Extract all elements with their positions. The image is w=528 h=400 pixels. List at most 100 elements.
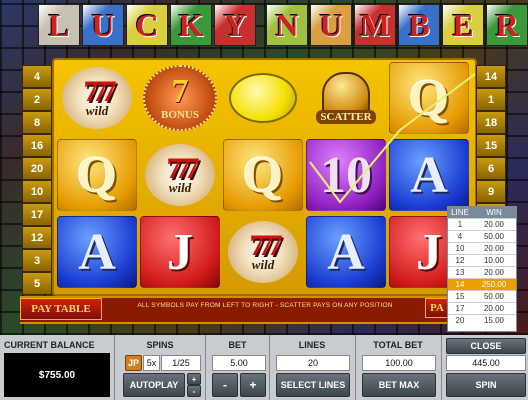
autoplay-button[interactable]: AUTOPLAY <box>123 373 185 397</box>
bet-decrease-button[interactable]: - <box>212 373 238 397</box>
win-table-row: 4 50.00 <box>448 230 516 242</box>
payline-number[interactable]: 9 <box>476 180 506 203</box>
symbol-wild: 777 wild <box>57 62 137 134</box>
bonus-seven: 7 <box>171 73 189 110</box>
payline-indicator <box>309 73 476 204</box>
payline-number[interactable]: 17 <box>22 203 52 226</box>
balance-section: CURRENT BALANCE $755.00 <box>0 335 113 400</box>
win-table-row: 15 50.00 <box>448 290 516 302</box>
select-lines-button[interactable]: SELECT LINES <box>276 373 350 397</box>
symbol-letter: J <box>416 223 442 281</box>
payline-number[interactable]: 14 <box>476 65 506 88</box>
win-table-row: 14 250.00 <box>448 278 516 290</box>
wild-label: wild <box>168 180 192 195</box>
total-bet-label: TOTAL BET <box>373 340 423 350</box>
symbol-letter: A <box>327 223 365 281</box>
symbol-wild: 777 wild <box>223 216 303 288</box>
payline-number[interactable]: 4 <box>22 65 52 88</box>
wild-label: wild <box>85 103 109 118</box>
lines-section: LINES 20 SELECT LINES <box>270 335 354 400</box>
payline-number[interactable]: 15 <box>476 134 506 157</box>
total-bet-value: 100.00 <box>362 355 436 371</box>
win-line-number: 15 <box>455 292 465 301</box>
symbol-letter: J <box>167 223 193 281</box>
wild-icon: 777 wild <box>145 144 215 206</box>
balance-display: $755.00 <box>4 353 110 397</box>
payline-number[interactable]: 12 <box>22 226 52 249</box>
symbol-wild: 777 wild <box>140 139 220 211</box>
symbol-letter: Q <box>242 146 284 204</box>
title-letter: N <box>266 4 308 46</box>
paytable-info: ALL SYMBOLS PAY FROM LEFT TO RIGHT - SCA… <box>137 302 393 309</box>
win-table-header-win: WIN <box>486 208 502 217</box>
bet-value: 5.00 <box>212 355 266 371</box>
payline-number[interactable]: 2 <box>22 88 52 111</box>
payline-number[interactable]: 6 <box>476 157 506 180</box>
win-table-header: LINE WIN <box>448 207 516 218</box>
title-letter: K <box>170 4 212 46</box>
symbol-j: J <box>140 216 220 288</box>
win-amount: 250.00 <box>481 280 507 289</box>
payline-number[interactable]: 20 <box>22 157 52 180</box>
symbol-letter: Q <box>76 146 118 204</box>
bet-max-button[interactable]: BET MAX <box>362 373 436 397</box>
bet-section: BET 5.00 - + <box>206 335 269 400</box>
win-amount: 15.00 <box>483 316 505 325</box>
payline-number[interactable]: 10 <box>22 180 52 203</box>
win-table-header-line: LINE <box>451 208 469 217</box>
payline-number[interactable]: 5 <box>22 272 52 295</box>
payline-number[interactable]: 3 <box>22 249 52 272</box>
balance-label: CURRENT BALANCE <box>4 340 95 350</box>
win-line-number: 14 <box>455 280 465 289</box>
close-button[interactable]: CLOSE <box>446 338 526 354</box>
win-table-row: 12 10.00 <box>448 254 516 266</box>
title-number: NUMBER <box>266 4 528 46</box>
title-lucky: LUCKY <box>38 4 258 46</box>
spin-counter: 1/25 <box>161 355 201 371</box>
wild-icon: 777 wild <box>228 221 298 283</box>
symbol-q: Q <box>223 139 303 211</box>
spin-button[interactable]: SPIN <box>446 373 526 397</box>
title-letter: Y <box>214 4 256 46</box>
title-letter: U <box>310 4 352 46</box>
payline-number[interactable]: 1 <box>476 88 506 111</box>
autoplay-plus-button[interactable]: + <box>187 373 201 385</box>
win-amount: 445.00 <box>446 355 526 371</box>
title-letter: L <box>38 4 80 46</box>
win-table-row: 13 20.00 <box>448 266 516 278</box>
bet-increase-button[interactable]: + <box>240 373 266 397</box>
lemon-icon <box>229 73 297 123</box>
win-amount: 50.00 <box>483 232 505 241</box>
win-amount: 10.00 <box>483 256 505 265</box>
symbol-bonus: 7 BONUS <box>140 62 220 134</box>
win-amount: 20.00 <box>483 268 505 277</box>
win-table-row: 1 20.00 <box>448 218 516 230</box>
win-line-number: 13 <box>455 268 465 277</box>
symbol-lemon <box>223 62 303 134</box>
paytable-button[interactable]: PAY TABLE <box>20 298 102 320</box>
lines-value: 20 <box>276 355 350 371</box>
win-table: LINE WIN 1 20.00 4 50.00 10 20.00 12 10.00 13 20.… <box>447 206 517 332</box>
bet-label: BET <box>228 340 247 350</box>
symbol-q: Q <box>57 139 137 211</box>
title-letter: R <box>486 4 528 46</box>
payline-number[interactable]: 8 <box>22 111 52 134</box>
win-amount: 20.00 <box>483 244 505 253</box>
win-line-number: 12 <box>455 256 465 265</box>
win-table-row: 10 20.00 <box>448 242 516 254</box>
spins-label: SPINS <box>146 340 174 350</box>
win-amount: 20.00 <box>483 304 505 313</box>
win-line-number: 4 <box>457 232 463 241</box>
jackpot-badge: JP <box>125 355 142 371</box>
payline-number[interactable]: 16 <box>22 134 52 157</box>
bonus-icon: 7 BONUS <box>143 65 217 131</box>
title-letter: E <box>442 4 484 46</box>
payline-number[interactable]: 18 <box>476 111 506 134</box>
title-letter: B <box>398 4 440 46</box>
spin-multiplier: 5x <box>143 355 160 371</box>
symbol-a: A <box>306 216 386 288</box>
autoplay-minus-button[interactable]: - <box>187 385 201 397</box>
title-letter: M <box>354 4 396 46</box>
spin-section: CLOSE 445.00 SPIN <box>442 335 528 400</box>
win-line-number: 20 <box>455 316 465 325</box>
